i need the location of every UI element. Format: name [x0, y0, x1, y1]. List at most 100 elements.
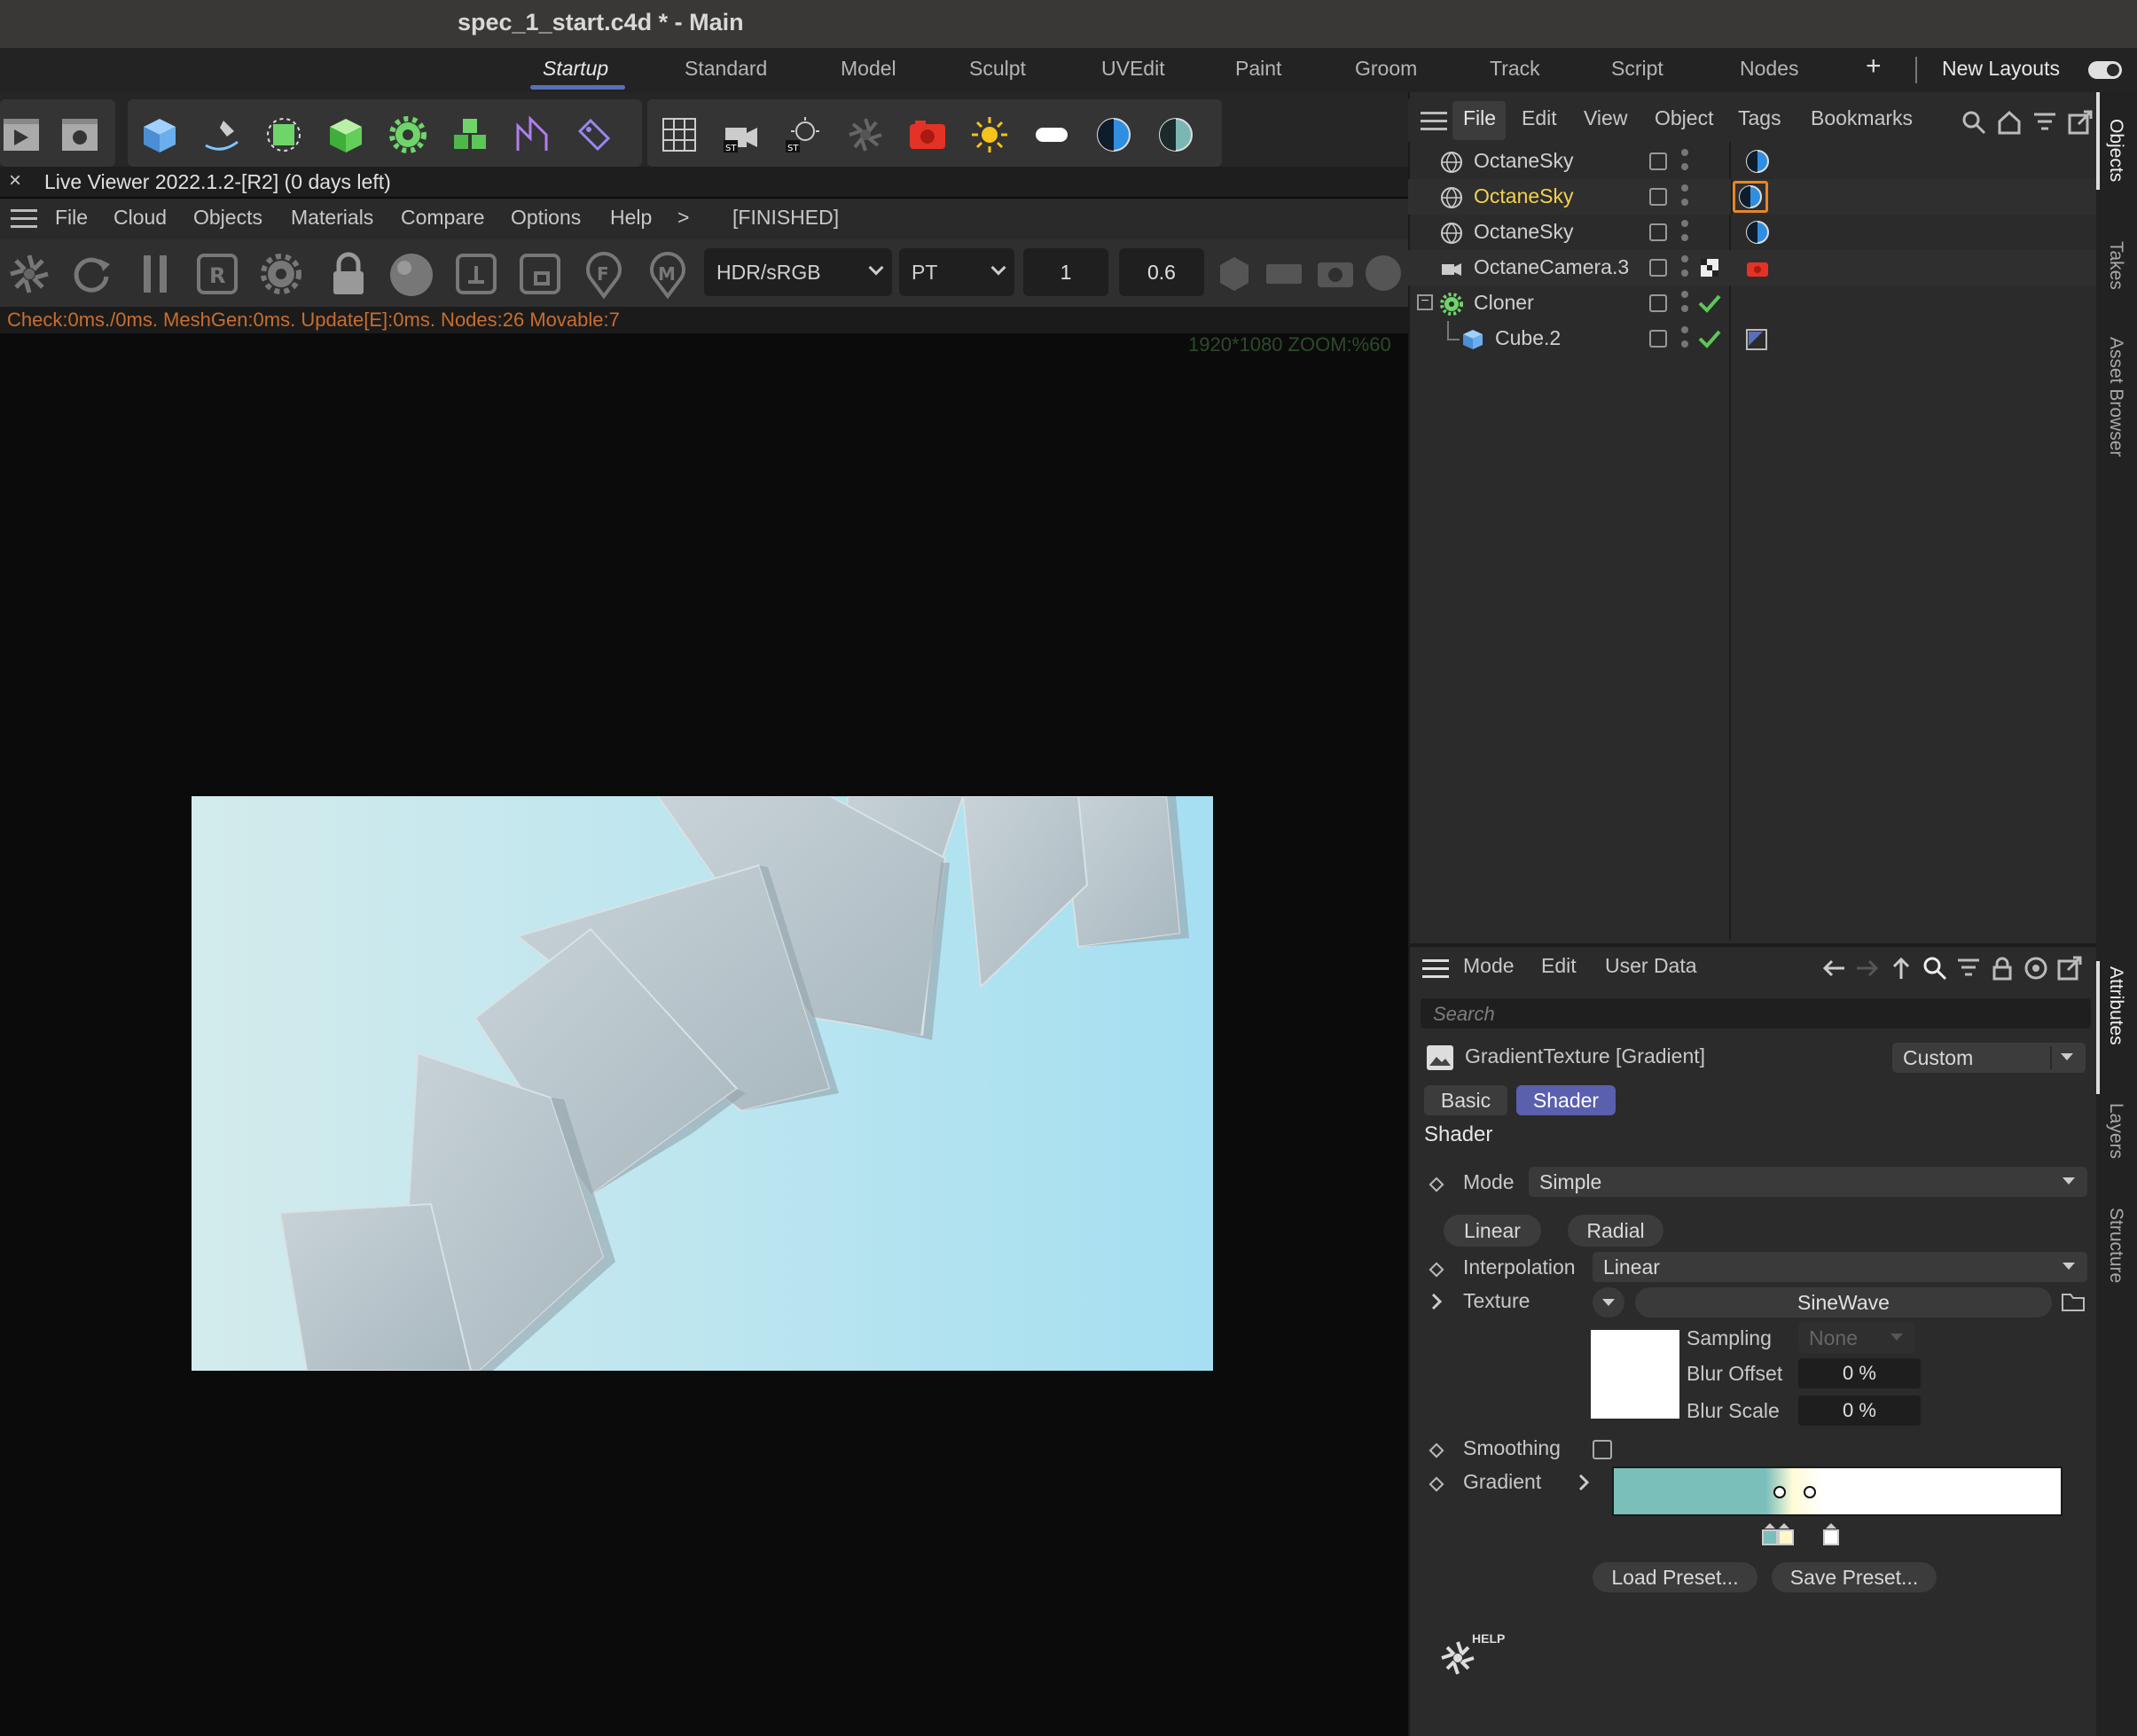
octane-render-icon[interactable]	[903, 110, 952, 160]
side-tab-attributes[interactable]: Attributes	[2105, 966, 2126, 1045]
settings-gear-icon[interactable]	[259, 252, 303, 296]
editor-dot[interactable]	[1681, 326, 1688, 333]
grid-floor-icon[interactable]	[654, 110, 704, 160]
object-row[interactable]: − Cloner	[1408, 285, 2096, 321]
side-tab-asset-browser[interactable]: Asset Browser	[2105, 337, 2126, 457]
viewer-menu-compare[interactable]: Compare	[401, 206, 485, 230]
side-tab-structure[interactable]: Structure	[2105, 1208, 2126, 1283]
preset-select[interactable]: Custom	[1892, 1043, 2086, 1073]
tab-groom[interactable]: Groom	[1355, 57, 1417, 81]
render-dot[interactable]	[1681, 340, 1688, 348]
render-dot[interactable]	[1681, 270, 1688, 277]
attr-menu-edit[interactable]: Edit	[1541, 954, 1577, 978]
popout-icon[interactable]	[2068, 110, 2093, 135]
viewer-menu-materials[interactable]: Materials	[291, 206, 373, 230]
object-row[interactable]: Cube.2	[1408, 321, 2096, 356]
render-dot[interactable]	[1681, 305, 1688, 312]
pause-icon[interactable]	[138, 252, 174, 296]
tab-uvedit[interactable]: UVEdit	[1101, 57, 1165, 81]
object-row[interactable]: OctaneSky	[1408, 144, 2096, 179]
edit-visibility-icon[interactable]	[1649, 223, 1667, 241]
octane-sky-icon[interactable]	[1089, 110, 1139, 160]
edit-visibility-icon[interactable]	[1649, 152, 1667, 170]
hdri-sky-icon[interactable]	[1151, 110, 1201, 160]
checkmark-icon[interactable]	[1697, 293, 1722, 314]
side-tab-layers[interactable]: Layers	[2105, 1103, 2126, 1159]
render-dot[interactable]	[1681, 163, 1688, 170]
gradient-stop-marker[interactable]	[1821, 1523, 1841, 1546]
hamburger-menu-icon[interactable]	[1421, 112, 1447, 131]
camera-snapshot-icon[interactable]	[1316, 255, 1355, 291]
rectangle-icon[interactable]	[1264, 261, 1303, 287]
gradient-bias-knob[interactable]	[1804, 1486, 1816, 1498]
editor-dot[interactable]	[1681, 184, 1688, 192]
render-settings-icon[interactable]	[55, 110, 105, 160]
editor-dot[interactable]	[1681, 220, 1688, 227]
tab-track[interactable]: Track	[1490, 57, 1540, 81]
kernel-select[interactable]: PT	[899, 248, 1014, 296]
objects-menu-object[interactable]: Object	[1655, 106, 1713, 130]
material-ball-icon[interactable]	[387, 252, 436, 301]
lock-icon[interactable]	[1990, 956, 2015, 981]
filter-icon[interactable]	[2032, 110, 2057, 135]
gradient-bar[interactable]	[1612, 1466, 2063, 1516]
render-dot[interactable]	[1681, 234, 1688, 241]
value-field-2[interactable]: 0.6	[1119, 248, 1204, 296]
side-tab-objects[interactable]: Objects	[2105, 119, 2126, 182]
chevron-right-icon[interactable]	[1428, 1291, 1445, 1312]
texture-dropdown-button[interactable]	[1593, 1287, 1624, 1318]
new-layouts-toggle[interactable]	[2088, 61, 2122, 79]
viewer-menu-cloud[interactable]: Cloud	[114, 206, 167, 230]
folder-icon[interactable]	[2061, 1291, 2086, 1312]
up-arrow-icon[interactable]	[1889, 956, 1914, 981]
octane-light-icon[interactable]: ST	[779, 110, 828, 160]
radial-button[interactable]: Radial	[1568, 1215, 1663, 1247]
objects-menu-file[interactable]: File	[1463, 106, 1496, 130]
material-tag-icon[interactable]	[1745, 328, 1768, 351]
blur-offset-input[interactable]: 0 %	[1798, 1358, 1921, 1388]
popout-icon[interactable]	[2057, 956, 2082, 981]
load-preset-button[interactable]: Load Preset...	[1593, 1562, 1757, 1592]
sampling-select[interactable]: None	[1798, 1323, 1915, 1353]
tab-model[interactable]: Model	[841, 57, 896, 81]
gradient-stop-markers[interactable]	[1761, 1523, 1800, 1546]
deformer-icon[interactable]	[507, 110, 557, 160]
subdivision-icon[interactable]	[259, 110, 309, 160]
attr-menu-mode[interactable]: Mode	[1463, 954, 1515, 978]
lock-icon[interactable]	[326, 250, 371, 298]
collapse-icon[interactable]: −	[1417, 294, 1433, 310]
hexagon-icon[interactable]	[1217, 252, 1252, 296]
area-light-icon[interactable]	[1027, 110, 1076, 160]
tab-paint[interactable]: Paint	[1235, 57, 1281, 81]
sky-tag-icon[interactable]	[1745, 149, 1770, 174]
circle-icon[interactable]	[1364, 254, 1403, 293]
render-viewport[interactable]: 1920*1080 ZOOM:%60	[0, 333, 1408, 1736]
octane-logo-icon[interactable]	[7, 252, 51, 296]
value-field-1[interactable]: 1	[1023, 248, 1108, 296]
keyframe-diamond-icon[interactable]	[1429, 1476, 1444, 1492]
camera-tag-icon[interactable]	[1745, 257, 1770, 278]
focus-picker-icon[interactable]: F	[582, 250, 626, 300]
sky-tag-icon[interactable]	[1738, 184, 1763, 209]
forward-arrow-icon[interactable]	[1855, 956, 1880, 981]
cloner-gear-icon[interactable]	[383, 110, 433, 160]
object-row[interactable]: OctaneSky	[1408, 215, 2096, 250]
editor-dot[interactable]	[1681, 291, 1688, 298]
objects-menu-bookmarks[interactable]: Bookmarks	[1811, 106, 1913, 130]
extrude-cube-icon[interactable]	[321, 110, 371, 160]
frame-region-icon[interactable]	[518, 252, 562, 296]
refresh-icon[interactable]	[69, 252, 114, 296]
objects-menu-edit[interactable]: Edit	[1522, 106, 1557, 130]
tab-shader[interactable]: Shader	[1516, 1085, 1616, 1115]
tab-sculpt[interactable]: Sculpt	[969, 57, 1026, 81]
edit-visibility-icon[interactable]	[1649, 188, 1667, 206]
add-region-icon[interactable]	[454, 252, 498, 296]
gradient-bias-knob[interactable]	[1773, 1486, 1786, 1498]
voxel-icon[interactable]	[445, 110, 495, 160]
editor-dot[interactable]	[1681, 255, 1688, 262]
material-picker-icon[interactable]: M	[646, 250, 690, 300]
keyframe-diamond-icon[interactable]	[1429, 1262, 1444, 1278]
close-icon[interactable]: ×	[9, 168, 21, 193]
keyframe-diamond-icon[interactable]	[1429, 1177, 1444, 1193]
viewer-menu-file[interactable]: File	[55, 206, 88, 230]
